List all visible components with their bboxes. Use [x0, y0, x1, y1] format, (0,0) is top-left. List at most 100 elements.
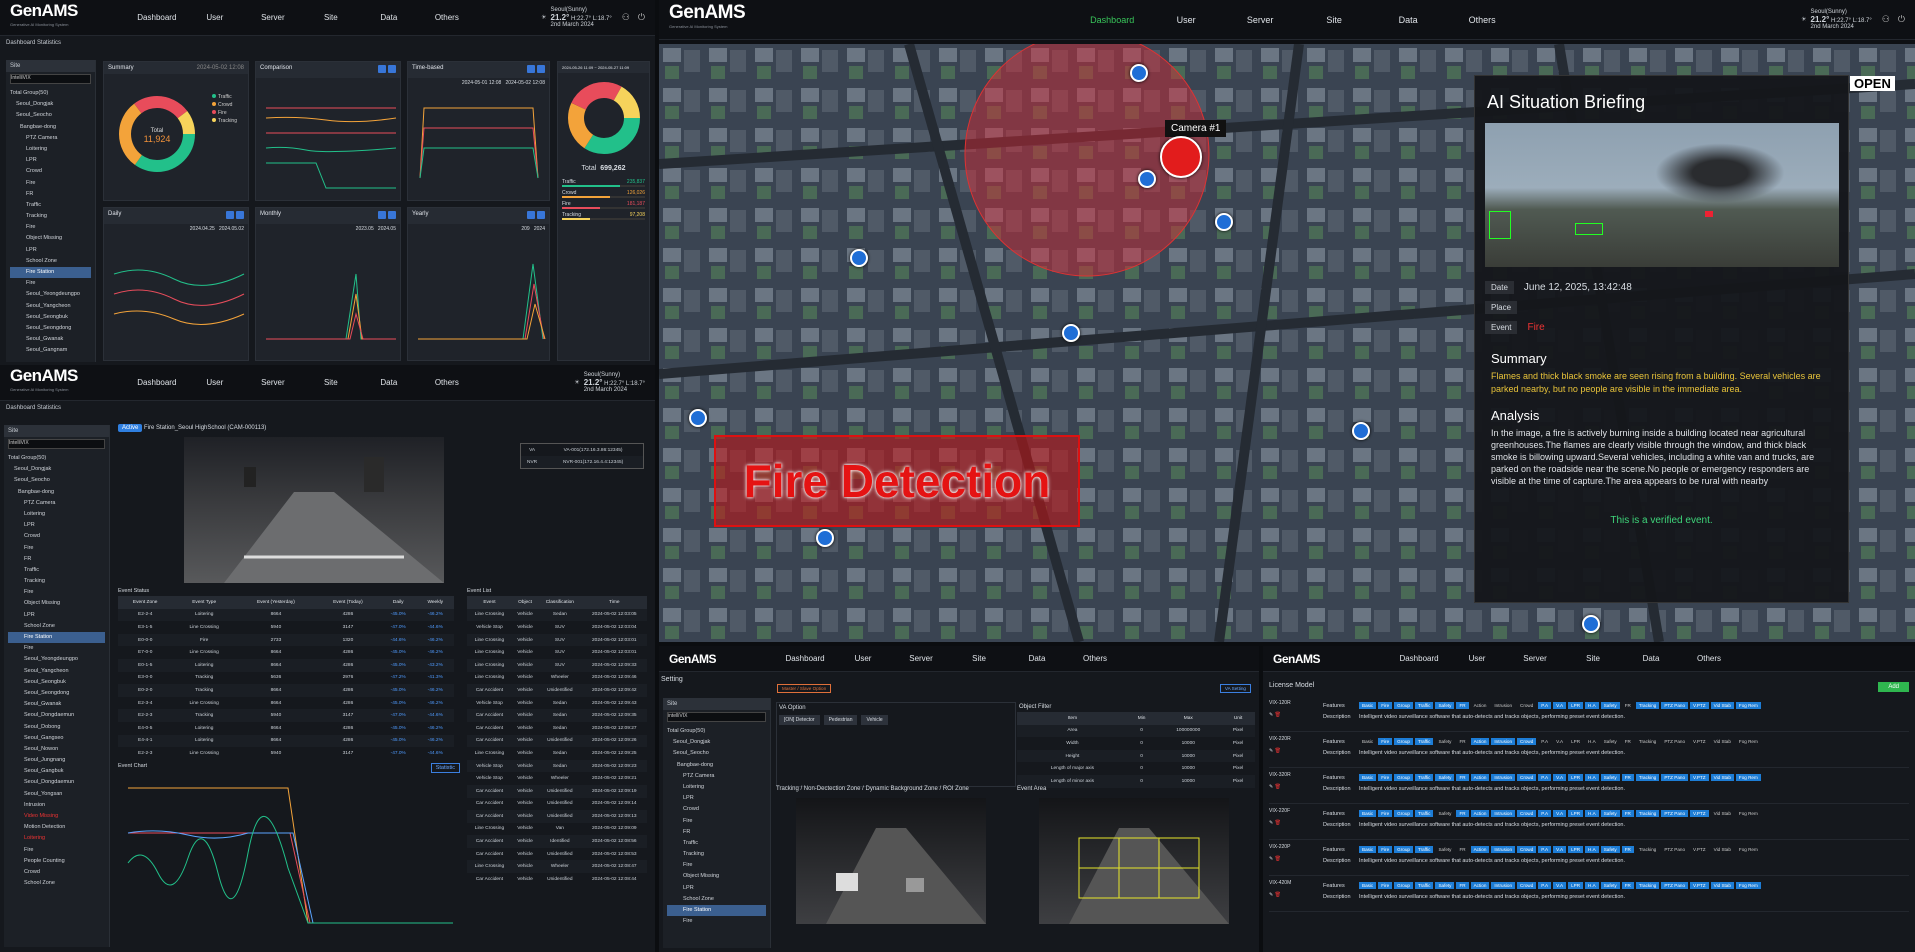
tree-item[interactable]: Loitering [667, 782, 766, 793]
master-slave-button[interactable]: Master / Slave Option [777, 684, 832, 693]
delete-icon[interactable]: 🗑 [1275, 712, 1281, 718]
site-select[interactable]: IntelliVIX [8, 439, 105, 449]
nav-user[interactable]: User [834, 654, 892, 663]
tree-item[interactable]: Fire [667, 916, 766, 927]
tree-item[interactable]: Seoul_Dongjak [10, 99, 91, 110]
table-row[interactable]: Car Accident Vehicle Unidentified 2024-05-0… [467, 734, 647, 748]
table-row[interactable]: Car Accident Vehicle Unidentified 2024-05-0… [467, 798, 647, 811]
nav-user[interactable]: User [1149, 15, 1223, 25]
nav-site[interactable]: Site [1564, 654, 1622, 663]
tree-item[interactable]: Fire [10, 278, 91, 289]
nav-data[interactable]: Data [1008, 654, 1066, 663]
power-icon[interactable]: ⏻ [638, 12, 645, 23]
tree-item[interactable]: Traffic [8, 565, 105, 576]
tree-item[interactable]: FR [667, 827, 766, 838]
edit-icon[interactable]: ✎ [1269, 784, 1273, 790]
tree-item[interactable]: LPR [667, 883, 766, 894]
tree-item[interactable]: Seoul_Seocho [8, 475, 105, 486]
tree-item[interactable]: Seoul_Jungnang [8, 755, 105, 766]
tree-item[interactable]: Crowd [8, 531, 105, 542]
tree-item[interactable]: LPR [8, 520, 105, 531]
tree-item[interactable]: Seoul_Gangnam [10, 345, 91, 356]
table-row[interactable]: Vehicle Stop Vehicle Sedan 2024-05-02 12:09… [467, 697, 647, 710]
tree-item[interactable]: Bangbae-dong [667, 760, 766, 771]
tree-item[interactable]: Seoul_Yeongdeungpo [10, 289, 91, 300]
nav-user[interactable]: User [186, 13, 244, 22]
tree-item[interactable]: Tracking [667, 849, 766, 860]
tree-item[interactable]: FR [10, 189, 91, 200]
license-row[interactable]: VIX-220R ✎ 🗑 Features Basic Fire Group Traffic… [1269, 736, 1909, 768]
tree-item[interactable]: Seoul_Seongbuk [10, 312, 91, 323]
nav-data[interactable]: Data [360, 378, 418, 387]
camera-marker-icon[interactable] [1215, 213, 1233, 231]
tree-item[interactable]: Fire [10, 178, 91, 189]
tree-item[interactable]: PTZ Camera [8, 498, 105, 509]
table-row[interactable]: Line Crossing Vehicle Van 2024-05-02 12:09:… [467, 823, 647, 836]
tree-item[interactable]: Object Missing [10, 233, 91, 244]
table-row[interactable]: E2-3-4 Line Crossing 8664 4286 -45.0% -46.2% [118, 697, 454, 710]
table-row[interactable]: Vehicle Stop Vehicle Sedan 2024-05-02 12:09… [467, 759, 647, 773]
tree-item[interactable]: FR [8, 554, 105, 565]
tree-item[interactable]: Fire [8, 587, 105, 598]
delete-icon[interactable]: 🗑 [1275, 748, 1281, 754]
alert-camera-icon[interactable] [1160, 136, 1202, 178]
nav-others[interactable]: Others [1066, 654, 1124, 663]
camera-marker-icon[interactable] [1138, 170, 1156, 188]
va-setting-button[interactable]: VA Setting [1219, 684, 1251, 693]
tree-item[interactable]: Seoul_Nowon [8, 744, 105, 755]
tree-item[interactable]: Loitering [8, 833, 105, 844]
table-row[interactable]: Line Crossing Vehicle SUV 2024-05-02 12:03:… [467, 633, 647, 647]
add-button[interactable]: Add [1878, 682, 1909, 692]
tree-item[interactable]: Bangbae-dong [8, 487, 105, 498]
delete-icon[interactable]: 🗑 [1275, 784, 1281, 790]
nav-server[interactable]: Server [244, 378, 302, 387]
tree-item[interactable]: People Counting [8, 856, 105, 867]
tree-item[interactable]: Fire [8, 543, 105, 554]
license-row[interactable]: VIX-320R ✎ 🗑 Features Basic Fire Group Traffic… [1269, 772, 1909, 804]
license-row[interactable]: VIX-220F ✎ 🗑 Features Basic Fire Group Traffic… [1269, 808, 1909, 840]
tree-item[interactable]: Seoul_Yangcheon [10, 301, 91, 312]
tree-item[interactable]: Seoul_Dongjak [8, 464, 105, 475]
tree-item[interactable]: Tracking [10, 211, 91, 222]
table-row[interactable]: E7-0-0 Line Crossing 8664 4286 -45.0% -46.2% [118, 646, 454, 659]
tree-item[interactable]: Fire [667, 816, 766, 827]
tree-item[interactable]: Total Group(50) [667, 726, 766, 737]
tree-item[interactable]: Seoul_Dobong [8, 722, 105, 733]
tree-item[interactable]: Seoul_Yongsan [8, 789, 105, 800]
delete-icon[interactable]: 🗑 [1275, 820, 1281, 826]
tree-item[interactable]: School Zone [8, 621, 105, 632]
statistic-button[interactable]: Statistic [430, 763, 460, 773]
tree-item[interactable]: Seoul_Dongjak [667, 737, 766, 748]
table-row[interactable]: Vehicle Stop Vehicle SUV 2024-05-02 12:03:0… [467, 621, 647, 634]
vehicle-tab[interactable]: Vehicle [861, 715, 888, 725]
nav-data[interactable]: Data [1622, 654, 1680, 663]
tree-item[interactable]: Object Missing [667, 871, 766, 882]
table-row[interactable]: Line Crossing Vehicle Wheeler 2024-05-02 12… [467, 860, 647, 874]
tree-item[interactable]: Seoul_Dongdaemun [8, 777, 105, 788]
nav-site[interactable]: Site [302, 378, 360, 387]
user-icon[interactable]: ⚇ [1882, 14, 1890, 25]
table-row[interactable]: Line Crossing Vehicle SUV 2024-05-02 12:03:… [467, 646, 647, 659]
table-row[interactable]: E0-2-0 Tracking 8664 4286 -45.0% -46.2% [118, 684, 454, 697]
tree-item[interactable]: School Zone [667, 894, 766, 905]
camera-marker-icon[interactable] [1352, 422, 1370, 440]
tree-item[interactable]: Fire Station [10, 267, 91, 279]
tree-item[interactable]: Traffic [10, 200, 91, 211]
site-select[interactable]: IntelliVIX [10, 74, 91, 84]
nav-dashboard[interactable]: Dashboard [128, 378, 186, 387]
tree-item[interactable]: Seoul_Seongdong [8, 688, 105, 699]
table-row[interactable]: Area 0 100000000 Pixel [1017, 724, 1255, 738]
nav-site[interactable]: Site [302, 13, 360, 22]
nav-dashboard[interactable]: Dashboard [1075, 15, 1149, 25]
table-row[interactable]: E3-0-0 Tracking 5636 2976 -47.2% -41.3% [118, 672, 454, 685]
tree-item[interactable]: Seoul_Yeongdeungpo [8, 654, 105, 665]
table-row[interactable]: E0-1-5 Loitering 8664 4286 -45.0% -43.2% [118, 658, 454, 672]
tree-item[interactable]: Seoul_Seocho [10, 110, 91, 121]
table-row[interactable]: Car Accident Vehicle Sedan 2024-05-02 12:09… [467, 722, 647, 735]
edit-icon[interactable]: ✎ [1269, 892, 1273, 898]
table-row[interactable]: E0-0-0 Fire 2733 1320 -44.6% -46.2% [118, 633, 454, 647]
tree-item[interactable]: Seoul_Seongbuk [8, 677, 105, 688]
nav-data[interactable]: Data [1371, 15, 1445, 25]
tree-item[interactable]: LPR [8, 610, 105, 621]
tree-item[interactable]: PTZ Camera [10, 133, 91, 144]
